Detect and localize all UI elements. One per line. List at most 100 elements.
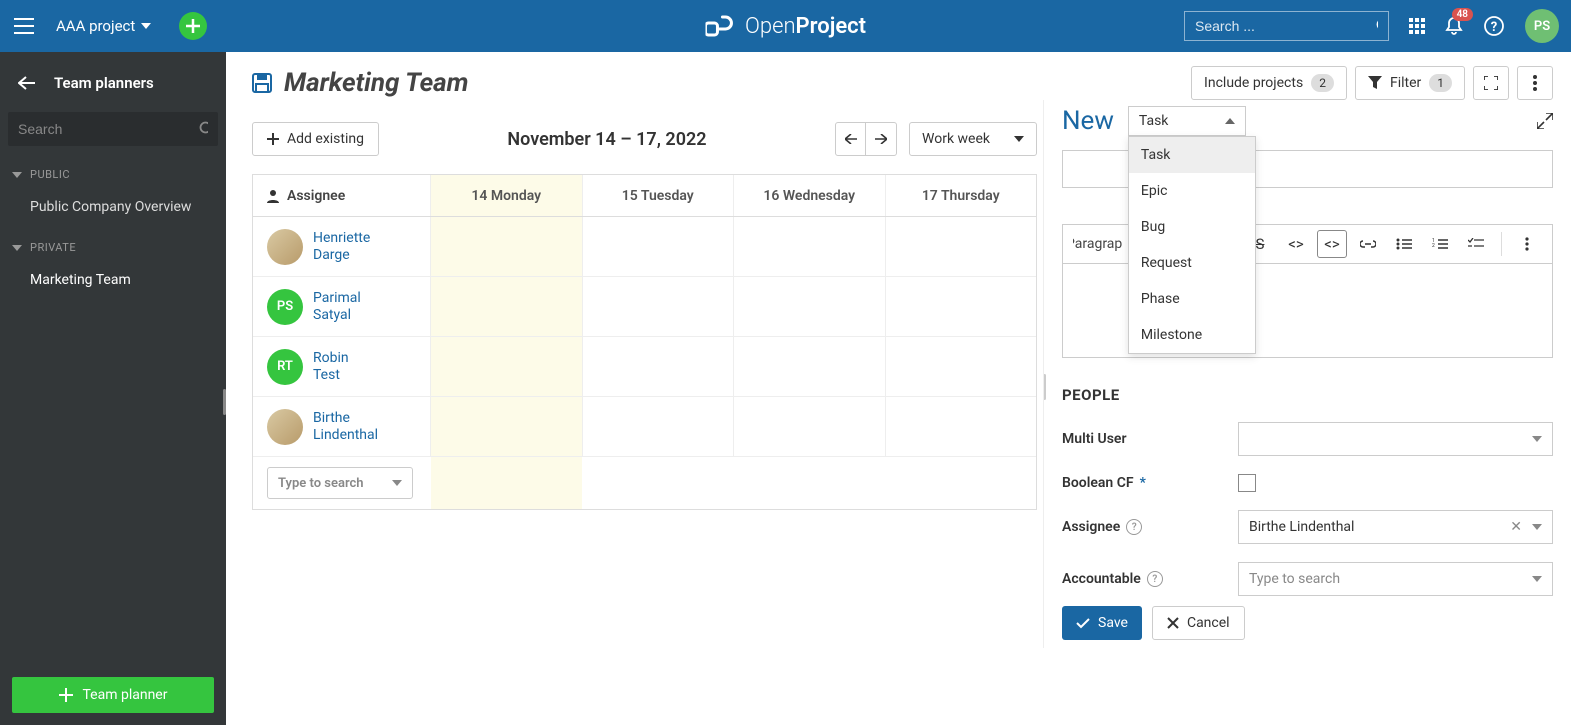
close-icon xyxy=(1167,617,1179,629)
add-existing-button[interactable]: Add existing xyxy=(252,122,379,156)
view-mode-select[interactable]: Work week xyxy=(909,122,1037,156)
expand-panel-button[interactable] xyxy=(1537,113,1553,129)
link-button[interactable] xyxy=(1353,230,1383,258)
section-people-header: PEOPLE xyxy=(1062,386,1553,404)
planner-cell[interactable] xyxy=(734,397,886,456)
type-option[interactable]: Bug xyxy=(1129,209,1255,245)
planner-cell[interactable] xyxy=(886,397,1037,456)
planner-cell[interactable] xyxy=(885,457,1036,509)
brand-logo: OpenProject xyxy=(705,13,866,39)
global-add-button[interactable] xyxy=(179,12,207,40)
numbered-list-button[interactable]: 12 xyxy=(1425,230,1455,258)
task-list-button[interactable] xyxy=(1461,230,1491,258)
sidebar-group-private[interactable]: PRIVATE xyxy=(0,233,226,262)
sidebar-group-public[interactable]: PUBLIC xyxy=(0,160,226,189)
planner-cell[interactable] xyxy=(583,217,735,276)
kebab-icon xyxy=(1525,237,1529,251)
user-avatar[interactable]: PS xyxy=(1525,9,1559,43)
assignee-name: ParimalSatyal xyxy=(313,290,361,324)
save-button[interactable]: Save xyxy=(1062,606,1142,640)
multi-user-select[interactable] xyxy=(1238,422,1553,456)
fullscreen-button[interactable] xyxy=(1473,66,1509,100)
menu-toggle[interactable] xyxy=(12,18,36,34)
assignee-cell[interactable]: RTRobinTest xyxy=(253,337,431,396)
planner-cell[interactable] xyxy=(734,337,886,396)
sidebar-item-public-company-overview[interactable]: Public Company Overview xyxy=(0,189,226,225)
planner-cell[interactable] xyxy=(886,337,1037,396)
chevron-down-icon xyxy=(12,172,22,178)
svg-text:2: 2 xyxy=(1432,243,1435,249)
search-icon xyxy=(199,121,208,137)
planner-cell[interactable] xyxy=(583,397,735,456)
filter-button[interactable]: Filter 1 xyxy=(1355,66,1465,100)
type-dropdown-menu: TaskEpicBugRequestPhaseMilestone xyxy=(1128,136,1256,354)
planner-cell[interactable] xyxy=(431,397,583,456)
assignee-row: BirtheLindenthal xyxy=(253,397,1036,457)
assignee-cell[interactable]: PSParimalSatyal xyxy=(253,277,431,336)
arrow-right-icon xyxy=(875,134,887,144)
accountable-select[interactable]: Type to search xyxy=(1238,562,1553,596)
paragraph-style-select[interactable]: Paragraph xyxy=(1073,230,1123,258)
planner-cell[interactable] xyxy=(734,217,886,276)
code-button[interactable]: <> xyxy=(1281,230,1311,258)
planner-cell[interactable] xyxy=(582,457,733,509)
help-icon[interactable]: ? xyxy=(1147,571,1163,587)
type-option[interactable]: Phase xyxy=(1129,281,1255,317)
openproject-icon xyxy=(705,13,735,39)
type-option[interactable]: Epic xyxy=(1129,173,1255,209)
planner-cell[interactable] xyxy=(431,457,582,509)
global-search-input[interactable] xyxy=(1195,18,1376,34)
work-package-type-select[interactable]: Task TaskEpicBugRequestPhaseMilestone xyxy=(1128,106,1246,136)
planner-cell[interactable] xyxy=(431,337,583,396)
prev-week-button[interactable] xyxy=(836,123,866,155)
assignee-select[interactable]: Birthe Lindenthal ✕ xyxy=(1238,510,1553,544)
notification-badge: 48 xyxy=(1452,8,1473,21)
help-button[interactable]: ? xyxy=(1483,15,1505,37)
next-week-button[interactable] xyxy=(866,123,896,155)
multi-user-label: Multi User xyxy=(1062,431,1238,447)
panel-heading: New xyxy=(1062,106,1114,136)
toolbar-more-button[interactable] xyxy=(1512,230,1542,258)
modules-button[interactable] xyxy=(1409,18,1425,34)
more-menu-button[interactable] xyxy=(1517,66,1553,100)
assignee-cell[interactable]: BirtheLindenthal xyxy=(253,397,431,456)
planner-cell[interactable] xyxy=(886,217,1037,276)
type-option[interactable]: Milestone xyxy=(1129,317,1255,353)
avatar xyxy=(267,409,303,445)
cancel-button[interactable]: Cancel xyxy=(1152,606,1245,640)
notifications-button[interactable]: 48 xyxy=(1445,16,1463,36)
kebab-icon xyxy=(1533,75,1537,91)
planner-cell[interactable] xyxy=(734,277,886,336)
accountable-label: Accountable ? xyxy=(1062,571,1238,587)
type-option[interactable]: Request xyxy=(1129,245,1255,281)
caret-down-icon xyxy=(392,480,402,486)
clear-assignee-button[interactable]: ✕ xyxy=(1510,519,1522,535)
sidebar-title: Team planners xyxy=(54,74,154,92)
sidebar-item-marketing-team[interactable]: Marketing Team xyxy=(0,262,226,298)
avatar: RT xyxy=(267,349,303,385)
add-assignee-search[interactable]: Type to search xyxy=(267,467,413,499)
code-block-button[interactable]: <> xyxy=(1317,230,1347,258)
day-header: 16 Wednesday xyxy=(734,175,886,216)
type-option[interactable]: Task xyxy=(1129,137,1255,173)
planner-cell[interactable] xyxy=(583,337,735,396)
planner-cell[interactable] xyxy=(583,277,735,336)
global-search[interactable] xyxy=(1184,11,1389,41)
new-team-planner-button[interactable]: Team planner xyxy=(12,677,214,713)
boolean-cf-label: Boolean CF * xyxy=(1062,475,1238,491)
bullet-list-button[interactable] xyxy=(1389,230,1419,258)
assignee-header: Assignee xyxy=(253,175,431,216)
sidebar-search[interactable] xyxy=(8,112,218,146)
project-selector[interactable]: AAA project xyxy=(56,17,151,35)
back-button[interactable]: Team planners xyxy=(0,66,226,108)
planner-cell[interactable] xyxy=(734,457,885,509)
boolean-cf-checkbox[interactable] xyxy=(1238,474,1256,492)
save-icon[interactable] xyxy=(252,73,272,93)
include-projects-button[interactable]: Include projects 2 xyxy=(1191,66,1347,100)
assignee-cell[interactable]: HenrietteDarge xyxy=(253,217,431,276)
planner-cell[interactable] xyxy=(431,277,583,336)
planner-cell[interactable] xyxy=(431,217,583,276)
planner-cell[interactable] xyxy=(886,277,1037,336)
help-icon[interactable]: ? xyxy=(1126,519,1142,535)
sidebar-search-input[interactable] xyxy=(18,121,199,137)
